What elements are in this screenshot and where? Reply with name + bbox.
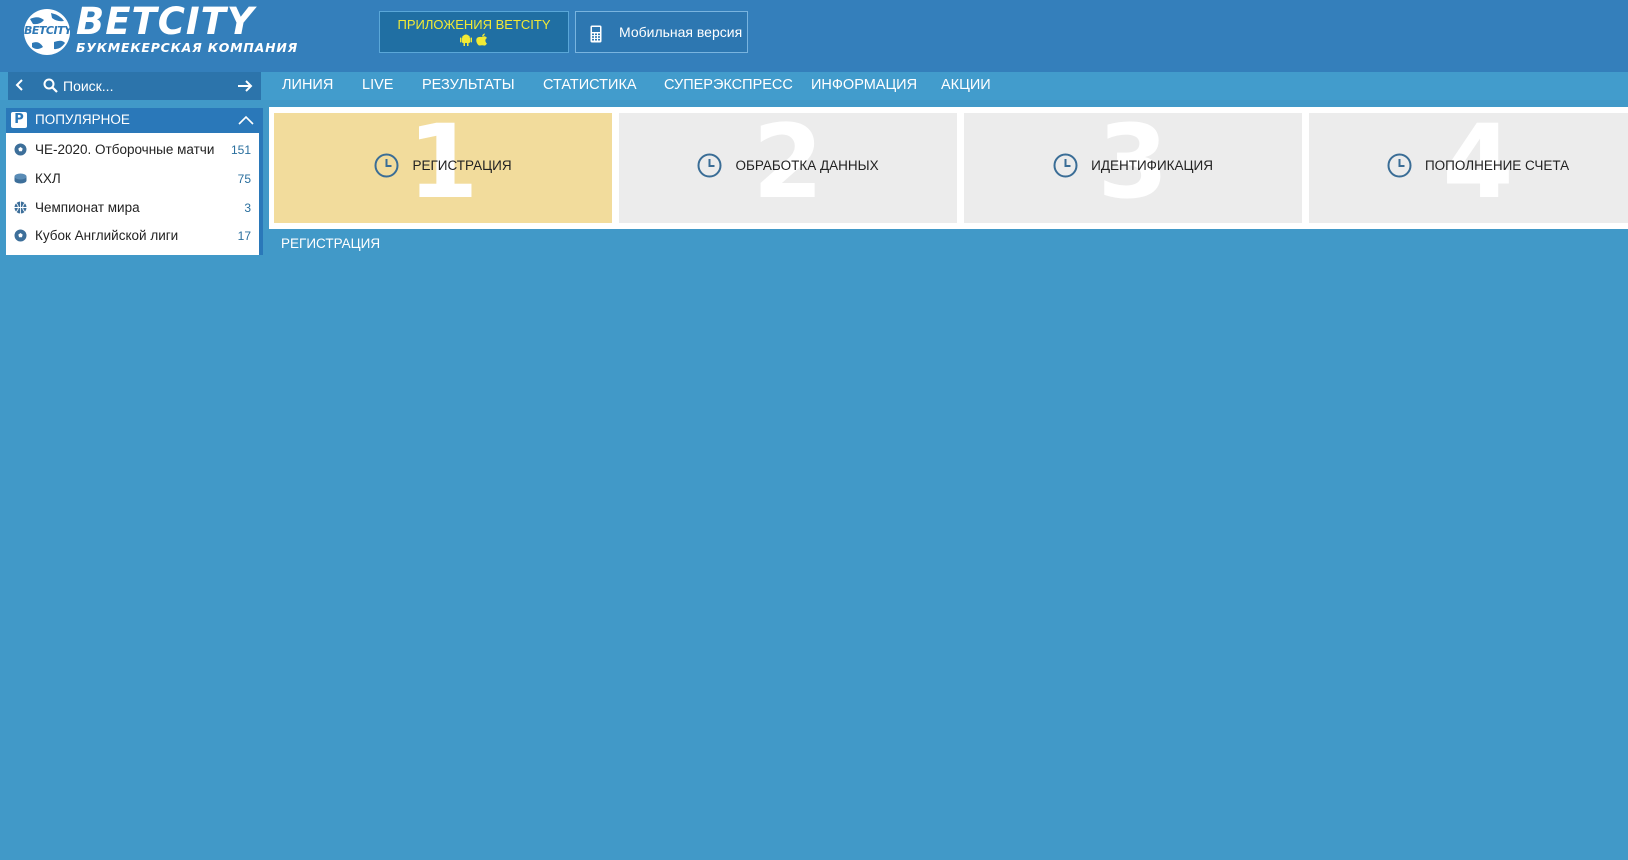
nav-item-line[interactable]: ЛИНИЯ <box>282 77 333 93</box>
logo-title: BETCITY <box>76 0 255 43</box>
step-content: ОБРАБОТКА ДАННЫХ <box>619 153 957 178</box>
clock-icon <box>1387 153 1412 178</box>
popular-header[interactable]: P ПОПУЛЯРНОЕ <box>6 108 263 133</box>
step-identification[interactable]: 3 ИДЕНТИФИКАЦИЯ <box>964 113 1302 223</box>
nav-item-statistics[interactable]: СТАТИСТИКА <box>543 77 637 93</box>
popular-sidebar: P ПОПУЛЯРНОЕ ЧЕ-2020. Отборочные матчи 1… <box>6 108 263 255</box>
nav-item-results[interactable]: РЕЗУЛЬТАТЫ <box>422 77 515 93</box>
step-label: РЕГИСТРАЦИЯ <box>412 158 512 173</box>
nav-item-superexpress[interactable]: СУПЕРЭКСПРЕСС <box>664 77 793 93</box>
globe-logo-icon: BETCITY <box>24 9 70 55</box>
popular-p-icon: P <box>11 112 27 128</box>
step-label: ПОПОЛНЕНИЕ СЧЕТА <box>1424 158 1570 173</box>
step-label: ОБРАБОТКА ДАННЫХ <box>735 158 879 173</box>
clock-icon <box>697 153 722 178</box>
nav-item-live[interactable]: LIVE <box>362 77 393 93</box>
arrow-right-icon[interactable] <box>237 78 253 94</box>
chevron-left-icon[interactable] <box>15 78 25 92</box>
list-item-label: Кубок Английской лиги <box>35 228 179 243</box>
list-item[interactable]: КХЛ 75 <box>6 164 259 192</box>
list-item[interactable]: Кубок Английской лиги 17 <box>6 221 259 249</box>
step-label: ИДЕНТИФИКАЦИЯ <box>1091 158 1213 173</box>
search-field <box>37 74 261 98</box>
mobile-version-button[interactable]: Мобильная версия <box>575 11 748 53</box>
list-item-count: 151 <box>230 143 251 157</box>
step-data-processing[interactable]: 2 ОБРАБОТКА ДАННЫХ <box>619 113 957 223</box>
hockey-puck-icon <box>14 173 27 184</box>
android-icon <box>459 34 472 46</box>
list-item-count: 3 <box>244 201 251 215</box>
apps-button[interactable]: ПРИЛОЖЕНИЯ BETCITY <box>379 11 569 53</box>
list-item[interactable]: Чемпионат мира 3 <box>6 193 259 221</box>
apps-button-label: ПРИЛОЖЕНИЯ BETCITY <box>397 17 551 32</box>
list-item-count: 17 <box>237 229 251 243</box>
clock-icon <box>374 153 399 178</box>
soccer-ball-icon <box>14 229 27 242</box>
list-item-label: Чемпионат мира <box>35 200 140 215</box>
logo-globe-text: BETCITY <box>24 24 70 37</box>
basketball-icon <box>14 201 27 214</box>
chevron-up-icon[interactable] <box>238 115 254 125</box>
mobile-version-label: Мобильная версия <box>619 24 743 40</box>
apple-icon <box>476 33 488 46</box>
search-icon <box>43 78 58 93</box>
header: BETCITY BETCITY БУКМЕКЕРСКАЯ КОМПАНИЯ ПР… <box>0 0 1628 72</box>
search-input[interactable] <box>63 76 228 96</box>
clock-icon <box>1053 153 1078 178</box>
step-deposit[interactable]: 4 ПОПОЛНЕНИЕ СЧЕТА <box>1309 113 1628 223</box>
search-box <box>8 72 261 100</box>
list-item-label: КХЛ <box>35 171 61 186</box>
popular-list: ЧЕ-2020. Отборочные матчи 151 КХЛ 75 Чем… <box>6 133 263 255</box>
list-item-count: 75 <box>237 172 251 186</box>
list-item[interactable]: ЧЕ-2020. Отборочные матчи 151 <box>6 135 259 163</box>
phone-icon <box>590 25 602 43</box>
step-registration[interactable]: 1 РЕГИСТРАЦИЯ <box>274 113 612 223</box>
section-title: РЕГИСТРАЦИЯ <box>281 236 381 251</box>
registration-steps: 1 РЕГИСТРАЦИЯ 2 ОБРАБОТКА ДАННЫХ 3 ИДЕНТ… <box>269 107 1628 229</box>
main-navbar: ЛИНИЯ LIVE РЕЗУЛЬТАТЫ СТАТИСТИКА СУПЕРЭК… <box>0 72 1628 100</box>
list-item-label: ЧЕ-2020. Отборочные матчи <box>35 142 215 157</box>
nav-item-promotions[interactable]: АКЦИИ <box>941 77 991 93</box>
step-content: ПОПОЛНЕНИЕ СЧЕТА <box>1309 153 1628 178</box>
betcity-logo[interactable]: BETCITY BETCITY БУКМЕКЕРСКАЯ КОМПАНИЯ <box>24 0 304 58</box>
popular-title: ПОПУЛЯРНОЕ <box>35 112 130 127</box>
soccer-ball-icon <box>14 143 27 156</box>
apps-platform-icons <box>380 33 568 47</box>
step-content: ИДЕНТИФИКАЦИЯ <box>964 153 1302 178</box>
logo-subtitle: БУКМЕКЕРСКАЯ КОМПАНИЯ <box>76 40 299 55</box>
nav-item-information[interactable]: ИНФОРМАЦИЯ <box>811 77 917 93</box>
step-content: РЕГИСТРАЦИЯ <box>274 153 612 178</box>
